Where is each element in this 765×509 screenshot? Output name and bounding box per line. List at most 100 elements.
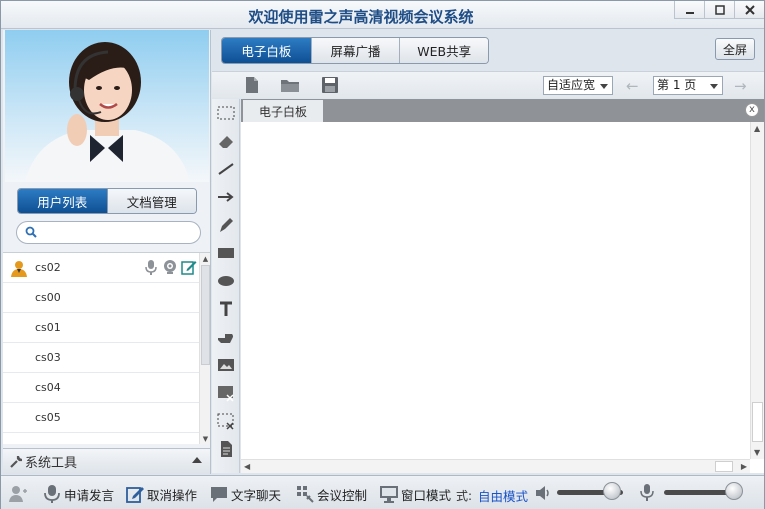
chevron-down-icon xyxy=(600,84,608,89)
save-icon[interactable] xyxy=(320,76,340,94)
request-speak-button[interactable]: 申请发言 xyxy=(42,483,114,505)
left-panel: 用户列表 文档管理 cs02 cs00 cs01 cs03 cs04 cs05 … xyxy=(3,30,211,474)
chat-bubble-icon xyxy=(211,487,227,502)
wrench-icon xyxy=(10,455,23,468)
screenshot-icon[interactable] xyxy=(216,383,236,403)
list-item[interactable]: cs03 xyxy=(3,343,210,373)
window-title: 欢迎使用雷之声高清视频会议系统 xyxy=(248,8,474,26)
microphone-icon xyxy=(44,485,60,503)
window-mode-button[interactable]: 窗口模式 xyxy=(379,483,451,505)
search-input[interactable] xyxy=(43,224,193,241)
tab-document-management[interactable]: 文档管理 xyxy=(106,189,196,213)
user-status-icons xyxy=(143,259,197,275)
scroll-thumb[interactable] xyxy=(715,461,733,472)
user-name: cs03 xyxy=(35,351,61,364)
list-item[interactable]: cs05 xyxy=(3,403,210,433)
scroll-down-icon[interactable]: ▼ xyxy=(201,434,210,444)
tab-whiteboard[interactable]: 电子白板 xyxy=(222,38,311,63)
request-speak-label: 申请发言 xyxy=(64,487,115,503)
close-icon[interactable]: x xyxy=(745,103,759,117)
system-tools-label: 系统工具 xyxy=(25,456,78,471)
meeting-control-button[interactable]: 会议控制 xyxy=(295,483,367,505)
user-list: cs02 cs00 cs01 cs03 cs04 cs05 ▲ ▼ xyxy=(3,252,210,444)
arrow-icon[interactable] xyxy=(216,187,236,207)
fullscreen-button[interactable]: 全屏 xyxy=(715,38,755,60)
tab-web-share[interactable]: WEB共享 xyxy=(399,38,488,63)
whiteboard-canvas[interactable]: ▲ ▼ ◀ ▶ xyxy=(241,122,764,473)
camera-icon[interactable] xyxy=(162,259,178,275)
chevron-down-icon xyxy=(710,84,718,89)
list-item[interactable]: cs04 xyxy=(3,373,210,403)
bottom-toolbar: 申请发言 取消操作 文字聊天 会议控制 窗口模式 式: 自由模式 xyxy=(1,475,764,509)
whiteboard-toolbar: 自适应宽 ← 第 1 页 → xyxy=(212,71,764,98)
add-user-icon[interactable] xyxy=(8,485,28,503)
user-avatar-icon xyxy=(11,261,27,277)
whiteboard-tab[interactable]: 电子白板 xyxy=(243,100,323,122)
ellipse-icon[interactable] xyxy=(216,271,236,291)
microphone-icon[interactable] xyxy=(143,259,159,275)
video-preview xyxy=(5,30,209,182)
image-icon[interactable] xyxy=(216,355,236,375)
text-icon[interactable] xyxy=(216,299,236,319)
search-icon xyxy=(25,226,37,238)
canvas-vertical-scrollbar[interactable]: ▲ ▼ xyxy=(750,122,764,459)
scroll-down-icon[interactable]: ▼ xyxy=(754,448,760,457)
pointer-hand-icon[interactable] xyxy=(216,327,236,347)
scroll-thumb[interactable] xyxy=(752,402,763,442)
meeting-mode-link[interactable]: 自由模式 xyxy=(478,486,528,505)
speaker-icon[interactable] xyxy=(534,484,552,502)
user-list-scrollbar[interactable]: ▲ ▼ xyxy=(199,253,210,444)
scroll-right-icon[interactable]: ▶ xyxy=(741,462,747,471)
tab-user-list[interactable]: 用户列表 xyxy=(18,189,107,213)
minimize-icon xyxy=(685,11,694,14)
presenter-image xyxy=(5,30,209,182)
expand-up-icon[interactable] xyxy=(192,457,202,463)
next-page-icon[interactable]: → xyxy=(734,77,747,95)
maximize-button[interactable] xyxy=(704,1,734,19)
line-icon[interactable] xyxy=(216,159,236,179)
minimize-button[interactable] xyxy=(674,1,704,19)
maximize-icon xyxy=(714,4,725,15)
list-item[interactable]: cs00 xyxy=(3,283,210,313)
window-mode-label: 窗口模式 xyxy=(401,487,452,503)
prev-page-icon[interactable]: ← xyxy=(626,77,639,95)
scroll-up-icon[interactable]: ▲ xyxy=(201,254,210,264)
select-rect-icon[interactable] xyxy=(216,103,236,123)
edit-icon xyxy=(126,487,144,503)
title-bar: 欢迎使用雷之声高清视频会议系统 xyxy=(1,1,764,29)
meeting-control-label: 会议控制 xyxy=(317,487,368,503)
user-name: cs00 xyxy=(35,291,61,304)
microphone-icon[interactable] xyxy=(639,483,655,503)
page-select-value: 第 1 页 xyxy=(657,78,697,92)
whiteboard-tab-bar: 电子白板 x xyxy=(241,99,764,122)
open-folder-icon[interactable] xyxy=(280,76,300,94)
zoom-select-value: 自适应宽 xyxy=(547,78,596,92)
pencil-icon[interactable] xyxy=(216,215,236,235)
user-name: cs05 xyxy=(35,411,61,424)
edit-icon[interactable] xyxy=(181,259,197,275)
rectangle-icon[interactable] xyxy=(216,243,236,263)
scroll-thumb[interactable] xyxy=(201,265,210,365)
close-icon xyxy=(744,4,755,15)
eraser-icon[interactable] xyxy=(216,131,236,151)
list-item[interactable]: cs02 xyxy=(3,253,210,283)
region-capture-icon[interactable] xyxy=(216,411,236,431)
page-select[interactable]: 第 1 页 xyxy=(653,76,723,95)
user-search xyxy=(16,221,201,244)
document-icon[interactable] xyxy=(216,439,236,459)
list-item[interactable]: cs01 xyxy=(3,313,210,343)
monitor-icon xyxy=(380,486,398,503)
scroll-left-icon[interactable]: ◀ xyxy=(244,462,250,471)
new-document-icon[interactable] xyxy=(242,76,262,94)
canvas-horizontal-scrollbar[interactable]: ◀ ▶ xyxy=(241,459,750,473)
app-window: 欢迎使用雷之声高清视频会议系统 用户列表 文档管理 cs02 cs00 cs01… xyxy=(0,0,765,509)
cancel-operation-button[interactable]: 取消操作 xyxy=(125,483,197,505)
scroll-up-icon[interactable]: ▲ xyxy=(754,124,760,133)
system-tools-bar[interactable]: 系统工具 xyxy=(3,448,210,474)
mic-volume-knob[interactable] xyxy=(725,482,743,500)
speaker-volume-knob[interactable] xyxy=(603,482,621,500)
tab-screen-broadcast[interactable]: 屏幕广播 xyxy=(310,38,400,63)
zoom-select[interactable]: 自适应宽 xyxy=(543,76,613,95)
text-chat-button[interactable]: 文字聊天 xyxy=(209,483,281,505)
close-button[interactable] xyxy=(734,1,764,19)
